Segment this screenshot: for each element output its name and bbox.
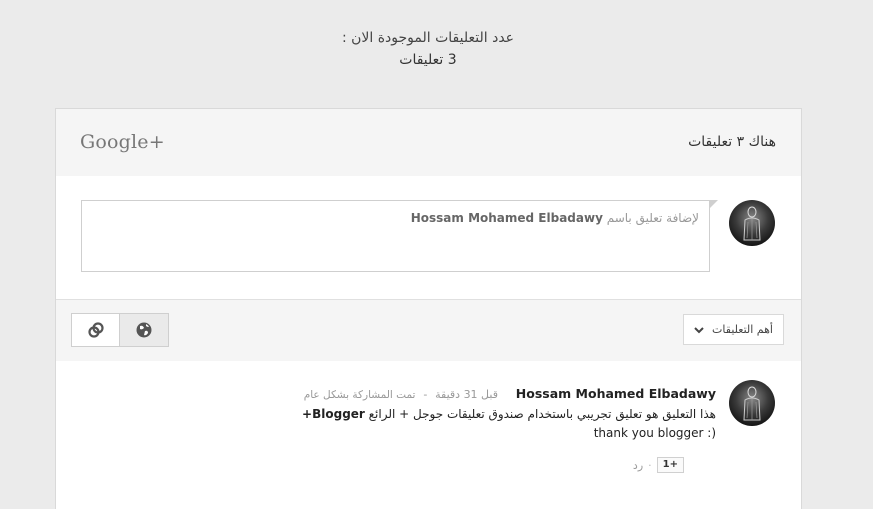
reply-link[interactable]: رد <box>633 459 643 472</box>
comment-actions: +1 · رد <box>633 457 684 473</box>
sort-dropdown[interactable]: أهم التعليقات <box>683 314 784 345</box>
public-share-button[interactable] <box>120 313 169 347</box>
comment-separator: - <box>423 388 428 401</box>
comment-header: Hossam Mohamed Elbadawy قبل 31 دقيقة - ت… <box>304 386 716 401</box>
visibility-toggle-group <box>71 313 169 347</box>
google-plus-logo: Google+ <box>80 131 165 153</box>
comment-share-status: تمت المشاركة بشكل عام <box>303 389 416 401</box>
comments-toolbar: أهم التعليقات <box>56 299 801 362</box>
comment-count-heading: عدد التعليقات الموجودة الان : <box>341 30 515 46</box>
comment-item: Hossam Mohamed Elbadawy قبل 31 دقيقة - ت… <box>56 361 801 509</box>
comment-count-value: 3 تعليقات <box>399 52 457 68</box>
header-comment-count: هناك ٣ تعليقات <box>688 134 776 150</box>
comment-input-placeholder: لإضافة تعليق باسم Hossam Mohamed Elbadaw… <box>410 211 699 225</box>
widget-header: Google+ هناك ٣ تعليقات <box>56 109 801 176</box>
comment-text-line1: هذا التعليق هو تعليق تجريبي باستخدام صند… <box>302 407 716 421</box>
chevron-down-icon <box>694 326 704 333</box>
comment-time[interactable]: قبل 31 دقيقة <box>435 388 498 401</box>
link-share-button[interactable] <box>71 313 120 347</box>
comment-text-line2: thank you blogger :) <box>593 426 716 440</box>
comment-author[interactable]: Hossam Mohamed Elbadawy <box>516 386 716 401</box>
action-separator: · <box>648 458 652 472</box>
link-icon <box>87 322 104 338</box>
avatar-figure-icon <box>743 386 761 421</box>
sort-label: أهم التعليقات <box>712 323 773 336</box>
plus-one-button[interactable]: +1 <box>656 457 684 473</box>
avatar-figure-icon <box>743 206 761 241</box>
globe-icon <box>136 322 152 338</box>
comment-avatar[interactable] <box>729 380 775 426</box>
comment-input[interactable]: لإضافة تعليق باسم Hossam Mohamed Elbadaw… <box>81 200 718 272</box>
comments-widget: Google+ هناك ٣ تعليقات لإضافة تعليق باسم… <box>55 108 802 509</box>
avatar <box>729 200 775 246</box>
compose-area: لإضافة تعليق باسم Hossam Mohamed Elbadaw… <box>56 176 801 299</box>
